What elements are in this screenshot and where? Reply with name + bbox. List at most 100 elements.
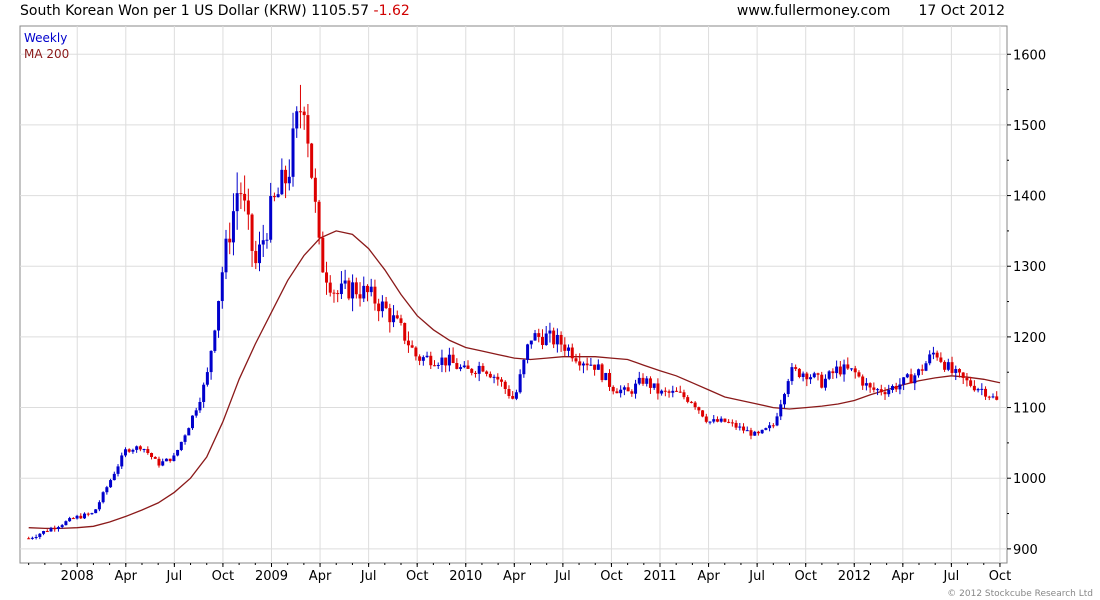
candle-body bbox=[157, 458, 161, 466]
candle-body bbox=[511, 396, 515, 399]
candle-body bbox=[816, 373, 820, 375]
candle-body bbox=[56, 527, 60, 530]
candle-body bbox=[693, 402, 697, 408]
candle-body bbox=[269, 196, 273, 240]
candle-body bbox=[745, 430, 749, 432]
candle-body bbox=[794, 367, 798, 369]
candle-body bbox=[812, 373, 816, 378]
candle-body bbox=[857, 372, 861, 377]
candle-body bbox=[730, 422, 734, 424]
candle-body bbox=[872, 387, 876, 390]
candle-body bbox=[235, 193, 239, 212]
candle-body bbox=[481, 365, 485, 372]
candle-body bbox=[894, 385, 898, 390]
y-tick-label: 1200 bbox=[1013, 331, 1046, 346]
candle-body bbox=[34, 536, 38, 538]
candle-body bbox=[451, 354, 455, 364]
candle-body bbox=[49, 528, 53, 532]
x-tick-label: 2012 bbox=[838, 569, 871, 584]
candle-body bbox=[887, 390, 891, 395]
candle-body bbox=[183, 435, 187, 442]
candle-body bbox=[321, 237, 325, 273]
candle-body bbox=[60, 525, 64, 528]
candle-body bbox=[637, 377, 641, 384]
candle-body bbox=[835, 366, 839, 374]
candle-body bbox=[868, 383, 872, 388]
candle-body bbox=[243, 193, 247, 201]
x-tick-label: Oct bbox=[406, 569, 428, 584]
candle-body bbox=[604, 372, 608, 381]
candle-body bbox=[395, 315, 399, 319]
candle-body bbox=[526, 344, 530, 360]
candle-body bbox=[939, 357, 943, 362]
candle-body bbox=[179, 441, 183, 450]
candle-body bbox=[507, 388, 511, 397]
x-tick-label: Oct bbox=[600, 569, 622, 584]
candlestick-chart: 900 1000 1100 1200 1300 1400 1500 1600 2008 Apr J… bbox=[19, 25, 1093, 599]
candle-body bbox=[53, 528, 57, 530]
candle-body bbox=[168, 458, 172, 462]
candle-body bbox=[272, 196, 276, 198]
candle-body bbox=[64, 521, 68, 526]
candle-body bbox=[581, 363, 585, 366]
x-tick-label: Apr bbox=[309, 569, 332, 584]
candle-body bbox=[969, 380, 973, 386]
candle-body bbox=[68, 518, 72, 522]
candle-body bbox=[421, 357, 425, 361]
y-tick-label: 1500 bbox=[1013, 119, 1046, 134]
candle-body bbox=[567, 347, 571, 351]
candle-body bbox=[198, 401, 202, 411]
candle-body bbox=[641, 377, 645, 384]
x-tick-label: 2009 bbox=[255, 569, 288, 584]
candle-body bbox=[913, 375, 917, 384]
candle-body bbox=[548, 330, 552, 334]
candle-body bbox=[622, 387, 626, 390]
candle-body bbox=[898, 384, 902, 390]
x-tick-label: Oct bbox=[794, 569, 816, 584]
candle-body bbox=[127, 449, 131, 452]
candle-body bbox=[399, 318, 403, 323]
x-tick-label: Jul bbox=[554, 569, 571, 584]
candle-body bbox=[544, 333, 548, 346]
x-tick-label: Jul bbox=[943, 569, 960, 584]
candle-body bbox=[447, 354, 451, 366]
candle-body bbox=[392, 315, 396, 323]
candle-body bbox=[790, 367, 794, 382]
candle-body bbox=[287, 176, 291, 184]
candle-body bbox=[90, 513, 94, 515]
candle-body bbox=[258, 244, 262, 264]
candle-body bbox=[116, 466, 120, 474]
candle-body bbox=[135, 446, 139, 450]
candle-body bbox=[343, 280, 347, 284]
candle-body bbox=[883, 392, 887, 395]
candle-body bbox=[678, 391, 682, 393]
candle-body bbox=[593, 364, 597, 370]
candle-body bbox=[362, 285, 366, 299]
candle-body bbox=[213, 330, 217, 351]
candle-body bbox=[187, 428, 191, 436]
candle-body bbox=[354, 282, 358, 295]
candle-body bbox=[295, 111, 299, 129]
candle-body bbox=[142, 449, 146, 451]
candle-body bbox=[153, 456, 157, 459]
candle-body bbox=[485, 371, 489, 374]
candle-body bbox=[496, 376, 500, 380]
candle-body bbox=[358, 294, 362, 299]
candle-body bbox=[97, 502, 101, 510]
candle-body bbox=[146, 449, 150, 454]
candle-body bbox=[559, 334, 563, 345]
candle-body bbox=[596, 364, 600, 370]
candle-body bbox=[917, 369, 921, 376]
candle-body bbox=[164, 458, 168, 462]
candle-body bbox=[663, 390, 667, 392]
candle-body bbox=[109, 480, 113, 488]
candle-body bbox=[347, 280, 351, 299]
candle-body bbox=[488, 373, 492, 378]
candle-body bbox=[231, 211, 235, 243]
candle-body bbox=[429, 355, 433, 366]
x-tick-label: Apr bbox=[503, 569, 526, 584]
candle-body bbox=[522, 359, 526, 375]
candle-body bbox=[540, 336, 544, 346]
candle-body bbox=[30, 537, 34, 539]
candle-body bbox=[675, 390, 679, 392]
